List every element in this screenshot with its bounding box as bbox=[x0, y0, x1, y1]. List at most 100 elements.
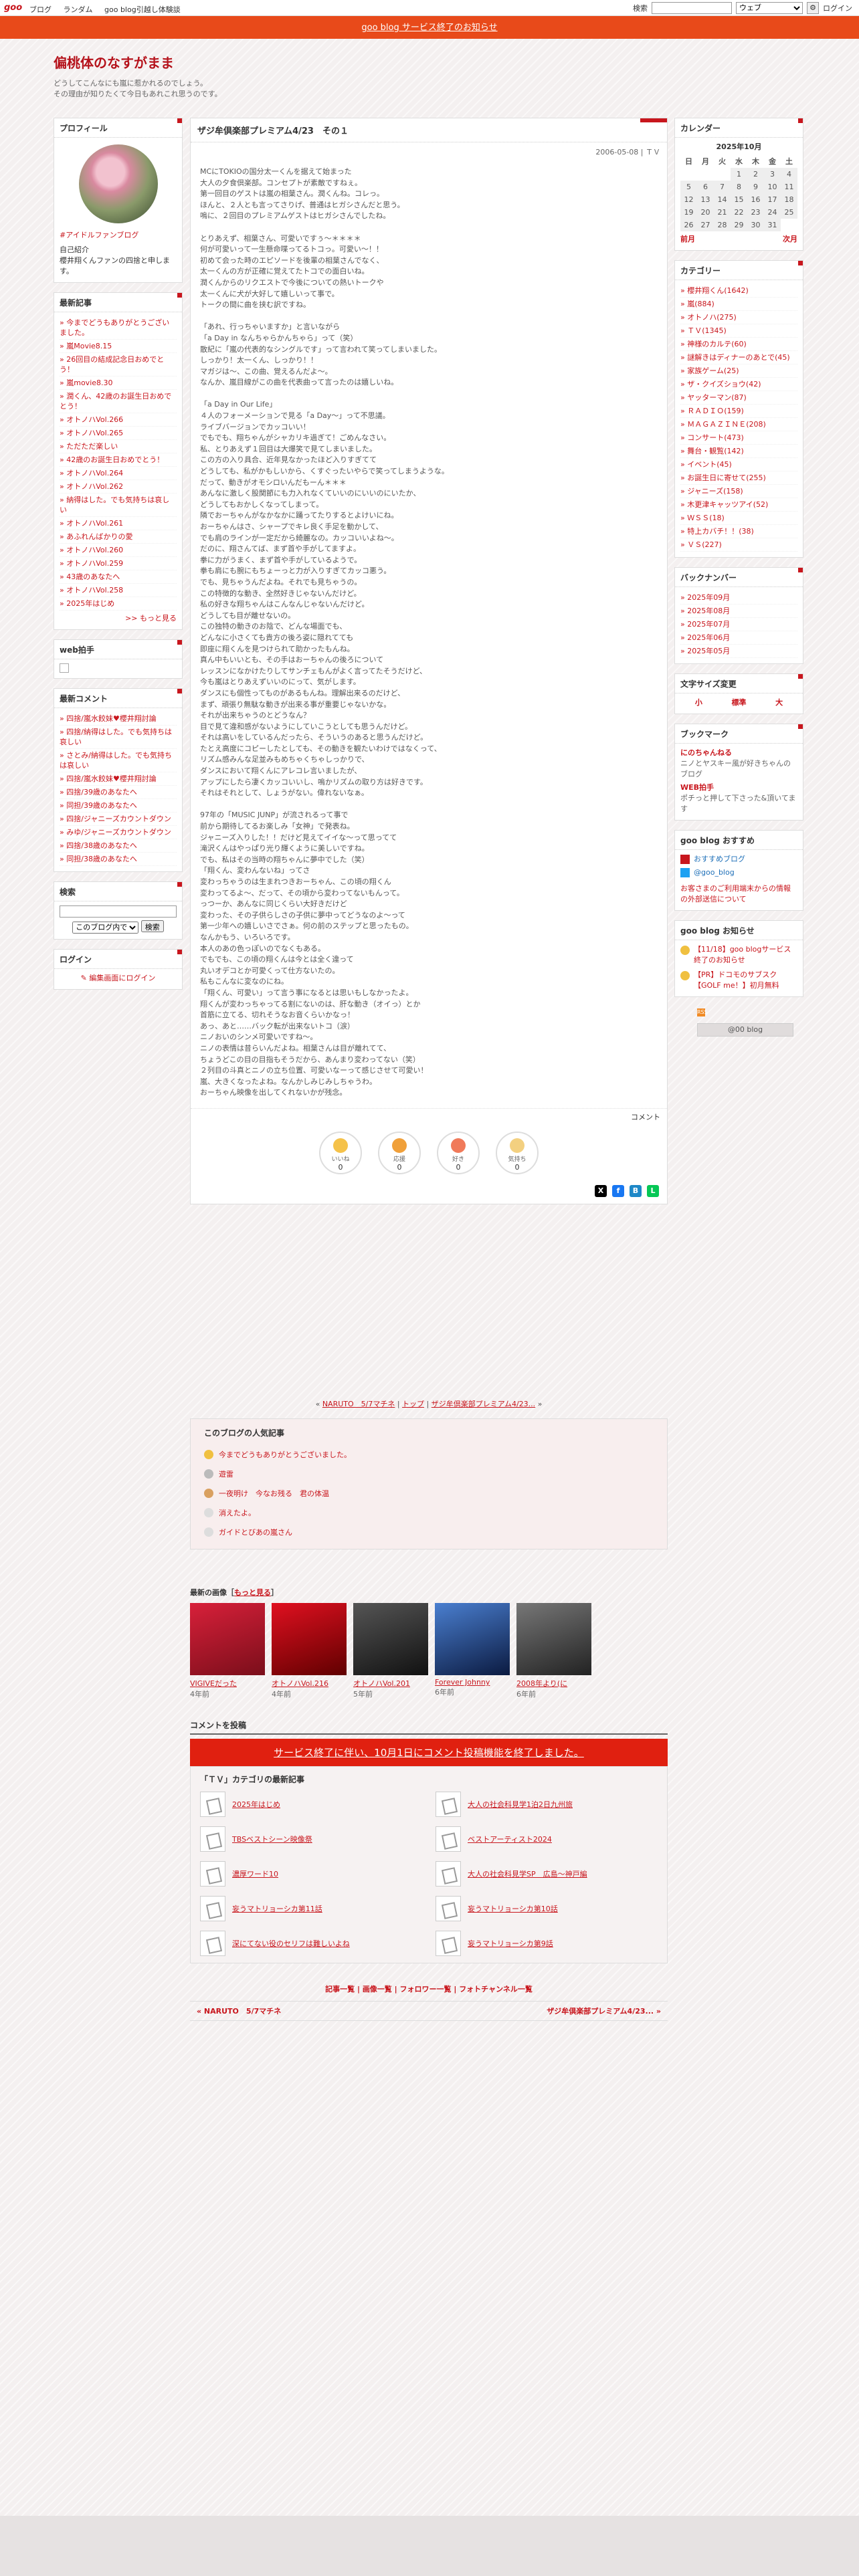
calendar-day[interactable]: 19 bbox=[680, 206, 697, 219]
category-latest-item[interactable]: 2025年はじめ bbox=[200, 1791, 422, 1817]
category-link[interactable]: ＭＡＧＡＺＩＮＥ(208) bbox=[680, 418, 797, 431]
recent-image-title[interactable]: 2008年より(に bbox=[516, 1678, 591, 1689]
recent-image-title[interactable]: オトノハVol.216 bbox=[272, 1678, 347, 1689]
recent-image-thumbnail[interactable] bbox=[435, 1602, 510, 1675]
calendar-day[interactable]: 18 bbox=[781, 193, 797, 206]
calendar-day[interactable]: 10 bbox=[764, 181, 781, 193]
calendar-day[interactable]: 6 bbox=[697, 181, 714, 193]
recent-post-link[interactable]: 納得はした。でも気持ちは哀しい bbox=[60, 494, 177, 517]
calendar-day[interactable]: 27 bbox=[697, 219, 714, 231]
recent-comment-link[interactable]: さとみ/納得はした。でも気持ちは哀しい bbox=[60, 749, 177, 772]
recent-post-link[interactable]: 潤くん、42歳のお誕生日おめでとう！ bbox=[60, 390, 177, 413]
reaction-button[interactable]: 応援 0 bbox=[378, 1131, 421, 1174]
article-title[interactable]: ザジ牟倶楽部プレミアム4/23 その１ bbox=[197, 124, 660, 136]
recent-post-link[interactable]: オトノハVol.265 bbox=[60, 427, 177, 440]
recent-post-link[interactable]: オトノハVol.259 bbox=[60, 557, 177, 570]
goo-blog-badge[interactable]: @00 blog bbox=[697, 1023, 793, 1037]
recent-comment-link[interactable]: みゆ/ジャニーズカウントダウン bbox=[60, 826, 177, 839]
recent-post-link[interactable]: オトノハVol.266 bbox=[60, 413, 177, 427]
category-latest-item[interactable]: 妄うマトリョーシカ第11話 bbox=[200, 1895, 422, 1921]
backnumber-link[interactable]: 2025年08月 bbox=[680, 605, 797, 618]
popular-article-link[interactable]: 一夜明け 今なお残る 君の体温 bbox=[219, 1488, 329, 1499]
reaction-button[interactable]: 気持ち 0 bbox=[496, 1131, 539, 1174]
profile-name[interactable]: #アイドルファンブログ bbox=[60, 230, 177, 241]
calendar-day[interactable]: 20 bbox=[697, 206, 714, 219]
category-link[interactable]: 特上カバチ！！(38) bbox=[680, 525, 797, 538]
footer-link-photo-channels[interactable]: フォトチャンネル一覧 bbox=[459, 1985, 533, 1994]
category-link[interactable]: 神様のカルテ(60) bbox=[680, 338, 797, 351]
recent-comment-link[interactable]: 四捨/嵐水餃妹♥櫻井翔討論 bbox=[60, 712, 177, 726]
recent-post-link[interactable]: 今までどうもありがとうございました。 bbox=[60, 316, 177, 340]
recent-image-card[interactable]: VIGIVEだった 4年前 bbox=[190, 1602, 265, 1699]
recent-post-link[interactable]: オトノハVol.258 bbox=[60, 584, 177, 597]
fontsize-large[interactable]: 大 bbox=[775, 697, 783, 708]
recent-post-link[interactable]: ただただ楽しい bbox=[60, 440, 177, 453]
reaction-button[interactable]: いいね 0 bbox=[319, 1131, 362, 1174]
recent-post-link[interactable]: 26回目の結成記念日おめでとう！ bbox=[60, 353, 177, 377]
recent-post-link[interactable]: オトノハVol.264 bbox=[60, 467, 177, 480]
calendar-day[interactable]: 7 bbox=[714, 181, 731, 193]
comment-link[interactable]: コメント bbox=[191, 1107, 667, 1125]
reaction-button[interactable]: 好き 0 bbox=[437, 1131, 480, 1174]
recent-post-link[interactable]: 嵐movie8.30 bbox=[60, 377, 177, 390]
gear-icon[interactable]: ⚙ bbox=[807, 2, 819, 14]
category-link[interactable]: 木更津キャッツアイ(52) bbox=[680, 498, 797, 512]
blog-title[interactable]: 偏桃体のなすがまま bbox=[54, 52, 805, 72]
calendar-day[interactable]: 5 bbox=[680, 181, 697, 193]
footer-link-images[interactable]: 画像一覧 bbox=[363, 1985, 392, 1994]
recent-post-link[interactable]: オトノハVol.260 bbox=[60, 544, 177, 557]
category-link[interactable]: コンサート(473) bbox=[680, 431, 797, 445]
next-article-link[interactable]: ザジ牟倶楽部プレミアム4/23... » bbox=[547, 2006, 661, 2016]
calendar-day[interactable]: 28 bbox=[714, 219, 731, 231]
calendar-day[interactable]: 25 bbox=[781, 206, 797, 219]
category-link[interactable]: オトノハ(275) bbox=[680, 311, 797, 324]
article-meta[interactable]: 2006-05-08 | ＴＶ bbox=[191, 142, 667, 161]
blog-search-input[interactable] bbox=[60, 905, 177, 918]
rss-icon[interactable]: RSS bbox=[697, 1008, 708, 1016]
recent-images-more[interactable]: もっと見る bbox=[234, 1588, 271, 1597]
backnumber-link[interactable]: 2025年07月 bbox=[680, 618, 797, 631]
top-search-input[interactable] bbox=[652, 2, 732, 14]
category-latest-item[interactable]: 大人の社会科見学1泊2日九州旅 bbox=[436, 1791, 658, 1817]
blog-search-scope[interactable]: このブログ内で bbox=[72, 922, 139, 934]
category-latest-link[interactable]: 妄うマトリョーシカ第11話 bbox=[232, 1903, 322, 1914]
category-latest-link[interactable]: 濃厚ワード10 bbox=[232, 1868, 278, 1879]
line-share-icon[interactable]: L bbox=[647, 1184, 659, 1197]
category-latest-link[interactable]: ベストアーティスト2024 bbox=[468, 1834, 552, 1844]
prev-article-link[interactable]: « NARUTO 5/7マチネ bbox=[197, 2006, 281, 2016]
clap-image[interactable] bbox=[60, 663, 69, 673]
calendar-day[interactable]: 8 bbox=[731, 181, 747, 193]
calendar-day[interactable]: 11 bbox=[781, 181, 797, 193]
category-link[interactable]: ＲＡＤＩＯ(159) bbox=[680, 405, 797, 418]
category-link[interactable]: お誕生日に寄せて(255) bbox=[680, 471, 797, 485]
category-latest-link[interactable]: 2025年はじめ bbox=[232, 1799, 280, 1810]
category-latest-item[interactable]: 妄うマトリョーシカ第9話 bbox=[436, 1930, 658, 1956]
recommend-blogs-link[interactable]: おすすめブログ bbox=[694, 854, 745, 865]
popular-article-row[interactable]: 今までどうもありがとうございました。 bbox=[204, 1445, 654, 1465]
category-latest-link[interactable]: 大人の社会科見学1泊2日九州旅 bbox=[468, 1799, 573, 1810]
calendar-day[interactable]: 24 bbox=[764, 206, 781, 219]
calendar-day[interactable]: 12 bbox=[680, 193, 697, 206]
hatena-share-icon[interactable]: B bbox=[630, 1184, 642, 1197]
category-latest-link[interactable]: 妄うマトリョーシカ第9話 bbox=[468, 1938, 553, 1949]
profile-avatar[interactable] bbox=[78, 144, 158, 223]
comment-closed-notice[interactable]: サービス終了に伴い、10月1日にコメント投稿機能を終了しました。 bbox=[274, 1747, 584, 1759]
footer-link-articles[interactable]: 記事一覧 bbox=[325, 1985, 355, 1994]
category-link[interactable]: ＴＶ(1345) bbox=[680, 324, 797, 338]
recent-post-link[interactable]: 42歳のお誕生日おめでとう！ bbox=[60, 453, 177, 467]
recent-image-card[interactable]: オトノハVol.201 5年前 bbox=[353, 1602, 428, 1699]
blog-search-button[interactable]: 検索 bbox=[140, 920, 164, 932]
popular-article-link[interactable]: 今までどうもありがとうございました。 bbox=[219, 1449, 351, 1460]
calendar-day[interactable]: 15 bbox=[731, 193, 747, 206]
calendar-day[interactable]: 26 bbox=[680, 219, 697, 231]
category-latest-item[interactable]: 濃厚ワード10 bbox=[200, 1860, 422, 1887]
calendar-day[interactable]: 1 bbox=[731, 168, 747, 181]
recent-post-link[interactable]: 43歳のあなたへ bbox=[60, 570, 177, 584]
recent-comment-link[interactable]: 四捨/嵐水餃妹♥櫻井翔討論 bbox=[60, 772, 177, 786]
calendar-day[interactable]: 29 bbox=[731, 219, 747, 231]
category-latest-item[interactable]: 妄うマトリョーシカ第10話 bbox=[436, 1895, 658, 1921]
bookmark-name[interactable]: WEB拍手 bbox=[680, 782, 797, 793]
category-link[interactable]: 櫻井翔くん(1642) bbox=[680, 284, 797, 298]
category-link[interactable]: ジャニーズ(158) bbox=[680, 485, 797, 498]
backnumber-link[interactable]: 2025年09月 bbox=[680, 591, 797, 605]
